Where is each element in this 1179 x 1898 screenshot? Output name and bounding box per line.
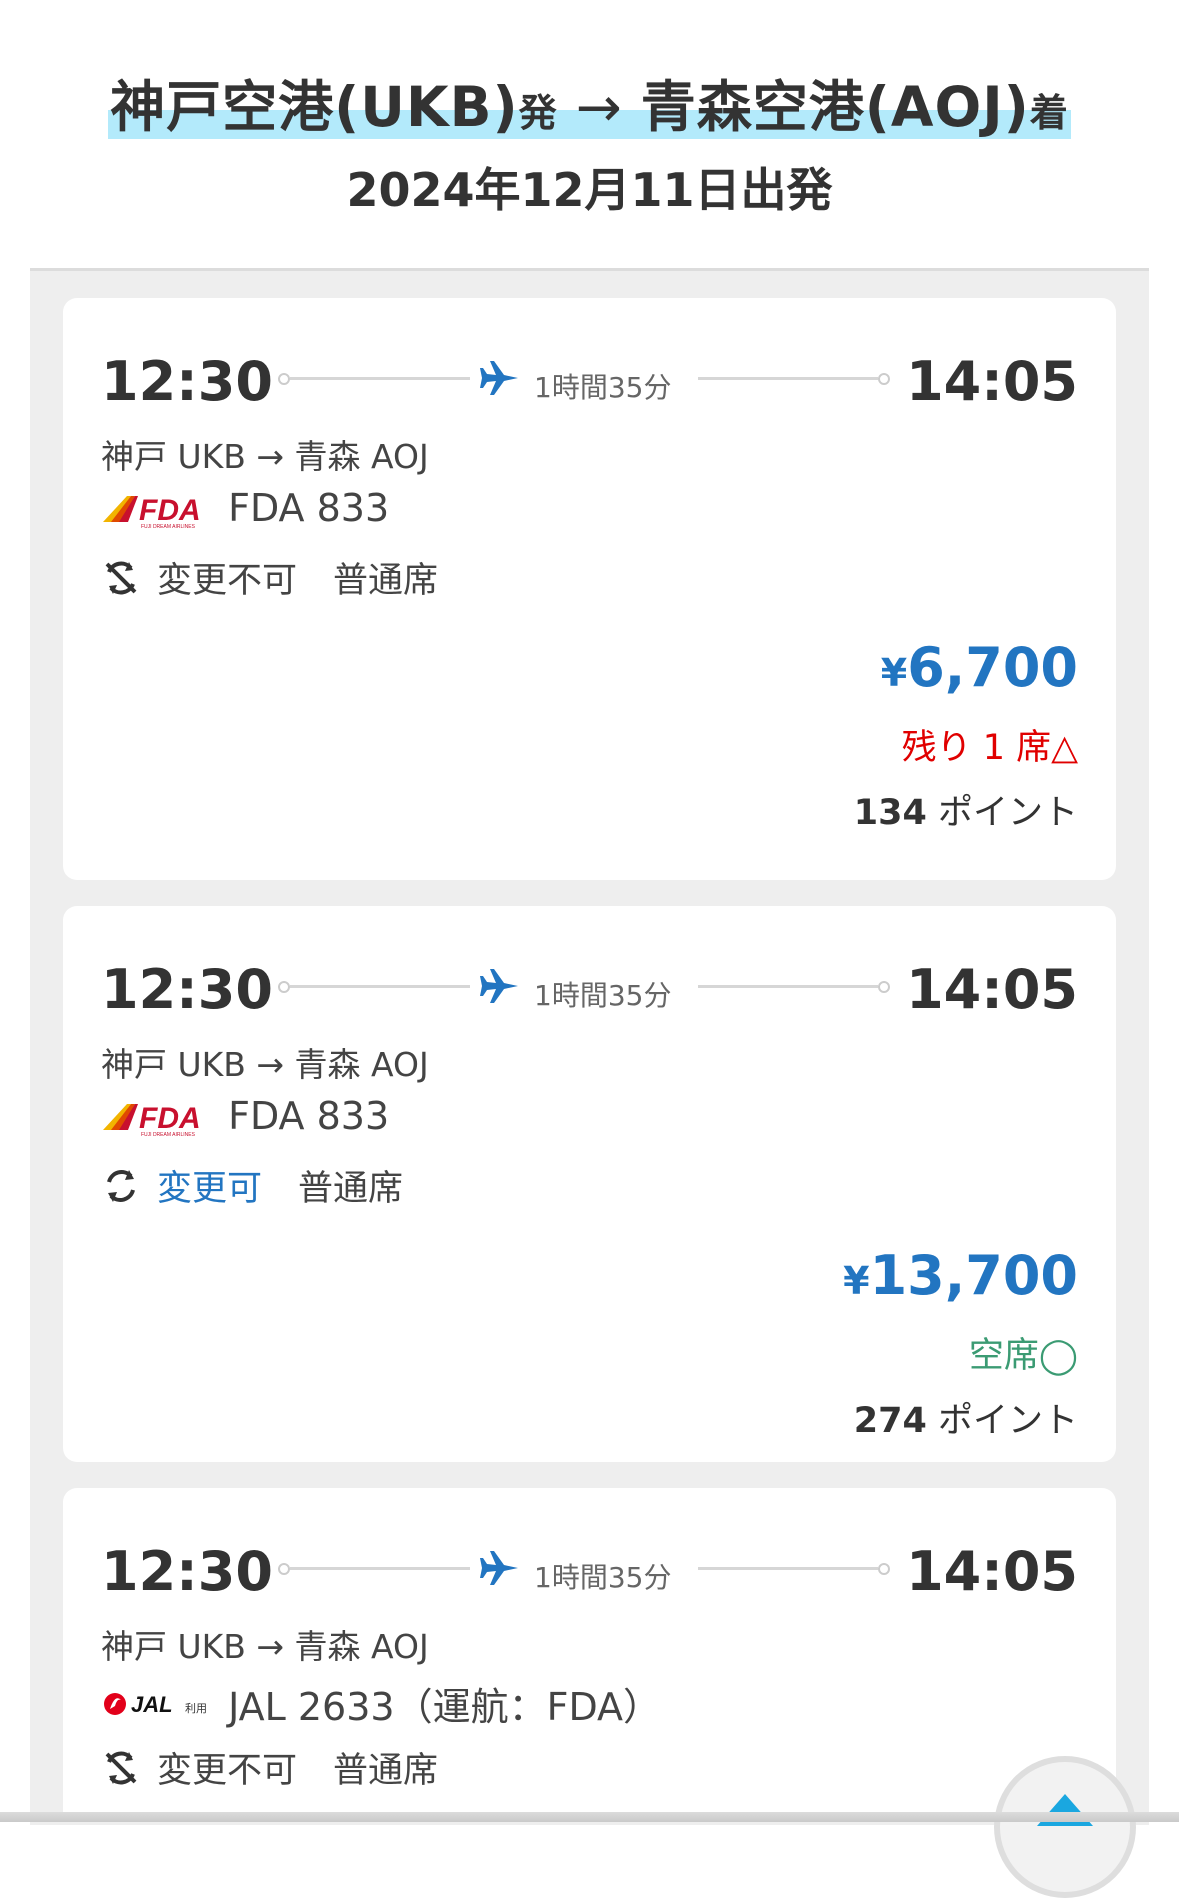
svg-text:FDA: FDA [139, 1102, 201, 1135]
airplane-icon [480, 1551, 518, 1585]
svg-text:JAL: JAL [131, 1692, 173, 1717]
arrival-time: 14:05 [906, 350, 1078, 413]
no-change-icon [105, 561, 137, 594]
price-value: 6,700 [907, 636, 1078, 699]
timeline-line-left [290, 377, 470, 380]
change-policy: 変更不可 [157, 1751, 298, 1791]
timeline-end-dot [878, 981, 890, 993]
fare-price: ¥13,700 [843, 1244, 1078, 1307]
flight-duration: 1時間35分 [534, 979, 672, 1012]
timeline-start-dot [278, 981, 290, 993]
arrival-time: 14:05 [906, 1540, 1078, 1603]
no-change-icon [105, 1751, 137, 1784]
bottom-edge [0, 1812, 1179, 1822]
yen-symbol: ¥ [880, 651, 908, 695]
flight-duration: 1時間35分 [534, 371, 672, 404]
svg-text:FUJI DREAM AIRLINES: FUJI DREAM AIRLINES [141, 524, 196, 530]
seat-availability: 空席◯ [968, 1336, 1078, 1376]
svg-text:利用: 利用 [185, 1702, 207, 1715]
change-policy: 変更不可 [157, 561, 298, 601]
fare-conditions: 変更不可 普通席 [101, 1742, 438, 1793]
seat-class: 普通席 [298, 1169, 404, 1209]
departure-time: 12:30 [101, 1540, 273, 1603]
origin-suffix: 発 [518, 91, 558, 135]
timeline-line-left [290, 1567, 470, 1570]
points-earned: 134 ポイント [854, 784, 1078, 835]
seat-class: 普通席 [333, 561, 439, 601]
fda-logo-icon: FDA FUJI DREAM AIRLINES [103, 494, 201, 530]
page-header: 神戸空港(UKB)発 → 青森空港(AOJ)着 2024年12月11日出発 [0, 0, 1179, 268]
flight-number: FDA 833 [228, 1094, 390, 1138]
timeline-end-dot [878, 373, 890, 385]
scroll-to-top-button[interactable] [994, 1756, 1136, 1898]
timeline-line-right [698, 377, 878, 380]
fare-price: ¥6,700 [881, 636, 1078, 699]
departure-date: 2024年12月11日出発 [346, 163, 833, 217]
points-earned: 274 ポイント [854, 1392, 1078, 1443]
fda-logo-icon: FDA FUJI DREAM AIRLINES [103, 1102, 201, 1138]
departure-time: 12:30 [101, 958, 273, 1021]
flight-card[interactable]: 12:30 1時間35分 14:05 神戸 UKB → 青森 AOJ FDA F… [63, 906, 1116, 1462]
changeable-icon [107, 1169, 135, 1202]
flight-number: JAL 2633（運航：FDA） [228, 1685, 662, 1729]
route-airports: 神戸 UKB → 青森 AOJ [101, 437, 429, 476]
price-value: 13,700 [869, 1244, 1078, 1307]
fare-conditions: 変更不可 普通席 [101, 552, 438, 603]
departure-time: 12:30 [101, 350, 273, 413]
seat-class: 普通席 [333, 1751, 439, 1791]
chevron-up-icon [1037, 1794, 1093, 1826]
flight-card[interactable]: 12:30 1時間35分 14:05 神戸 UKB → 青森 AOJ FDA F… [63, 298, 1116, 880]
airplane-icon [480, 361, 518, 395]
destination-airport: 青森空港(AOJ) [640, 75, 1030, 139]
route-airports: 神戸 UKB → 青森 AOJ [101, 1045, 429, 1084]
arrival-time: 14:05 [906, 958, 1078, 1021]
flight-number: FDA 833 [228, 486, 390, 530]
flight-duration: 1時間35分 [534, 1561, 672, 1594]
points-unit: ポイント [926, 1401, 1078, 1441]
timeline-line-right [698, 985, 878, 988]
flight-card[interactable]: 12:30 1時間35分 14:05 神戸 UKB → 青森 AOJ JAL 利… [63, 1488, 1116, 1822]
timeline-line-right [698, 1567, 878, 1570]
airline-row: JAL 利用 JAL 2633（運航：FDA） [101, 1676, 661, 1729]
points-value: 274 [853, 1401, 927, 1441]
points-unit: ポイント [926, 793, 1078, 833]
route-highlight: 神戸空港(UKB)発 → 青森空港(AOJ)着 [108, 75, 1071, 139]
timeline-start-dot [278, 1563, 290, 1575]
yen-symbol: ¥ [843, 1259, 870, 1303]
change-policy: 変更可 [157, 1169, 263, 1209]
svg-text:FUJI DREAM AIRLINES: FUJI DREAM AIRLINES [141, 1132, 196, 1138]
airplane-icon [480, 969, 518, 1003]
svg-text:FDA: FDA [139, 494, 201, 527]
timeline-start-dot [278, 373, 290, 385]
fare-conditions: 変更可 普通席 [101, 1160, 403, 1211]
points-value: 134 [853, 793, 927, 833]
route-airports: 神戸 UKB → 青森 AOJ [101, 1627, 429, 1666]
jal-logo-icon: JAL 利用 [104, 1692, 207, 1717]
airline-row: FDA FUJI DREAM AIRLINES FDA 833 [101, 1094, 389, 1144]
route-arrow: → [575, 75, 623, 139]
destination-suffix: 着 [1029, 91, 1069, 135]
route-title: 神戸空港(UKB)発 → 青森空港(AOJ)着 [0, 62, 1179, 142]
seat-availability: 残り 1 席△ [901, 728, 1078, 768]
timeline-end-dot [878, 1563, 890, 1575]
timeline-line-left [290, 985, 470, 988]
airline-row: FDA FUJI DREAM AIRLINES FDA 833 [101, 486, 389, 536]
origin-airport: 神戸空港(UKB) [110, 75, 519, 139]
